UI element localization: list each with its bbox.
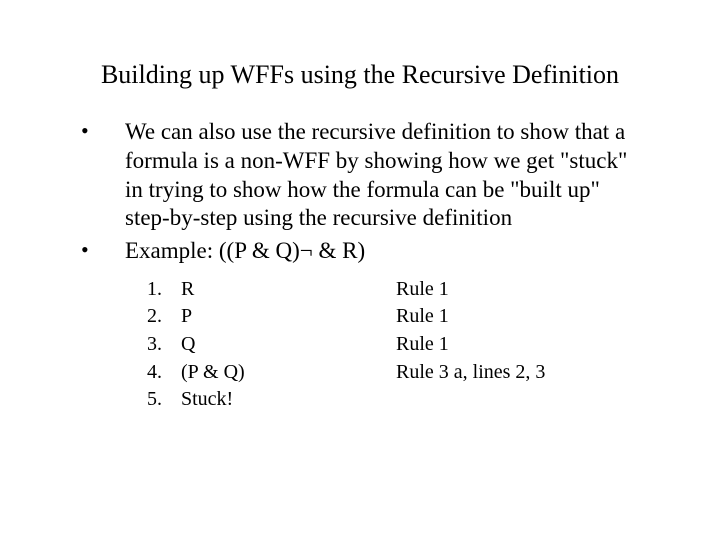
step-number: 1. (147, 276, 181, 304)
step-row: 5. Stuck! (147, 386, 645, 414)
bullet-item: • Example: ((P & Q)¬ & R) (75, 237, 645, 266)
step-rule (396, 386, 645, 414)
step-row: 3. Q Rule 1 (147, 331, 645, 359)
step-rule: Rule 1 (396, 303, 645, 331)
slide-title: Building up WFFs using the Recursive Def… (75, 60, 645, 90)
step-number: 4. (147, 359, 181, 387)
step-formula: Q (181, 331, 396, 359)
step-formula: R (181, 276, 396, 304)
bullet-text: Example: ((P & Q)¬ & R) (125, 237, 645, 266)
step-row: 1. R Rule 1 (147, 276, 645, 304)
step-formula: Stuck! (181, 386, 396, 414)
step-formula: P (181, 303, 396, 331)
step-row: 4. (P & Q) Rule 3 a, lines 2, 3 (147, 359, 645, 387)
bullet-text: We can also use the recursive definition… (125, 118, 645, 233)
bullet-marker: • (75, 237, 125, 266)
step-row: 2. P Rule 1 (147, 303, 645, 331)
main-bullet-list: • We can also use the recursive definiti… (75, 118, 645, 266)
step-formula: (P & Q) (181, 359, 396, 387)
step-rule: Rule 1 (396, 276, 645, 304)
step-number: 3. (147, 331, 181, 359)
step-number: 2. (147, 303, 181, 331)
bullet-marker: • (75, 118, 125, 233)
step-rule: Rule 3 a, lines 2, 3 (396, 359, 645, 387)
step-number: 5. (147, 386, 181, 414)
step-rule: Rule 1 (396, 331, 645, 359)
numbered-steps: 1. R Rule 1 2. P Rule 1 3. Q Rule 1 4. (… (147, 276, 645, 414)
bullet-item: • We can also use the recursive definiti… (75, 118, 645, 233)
